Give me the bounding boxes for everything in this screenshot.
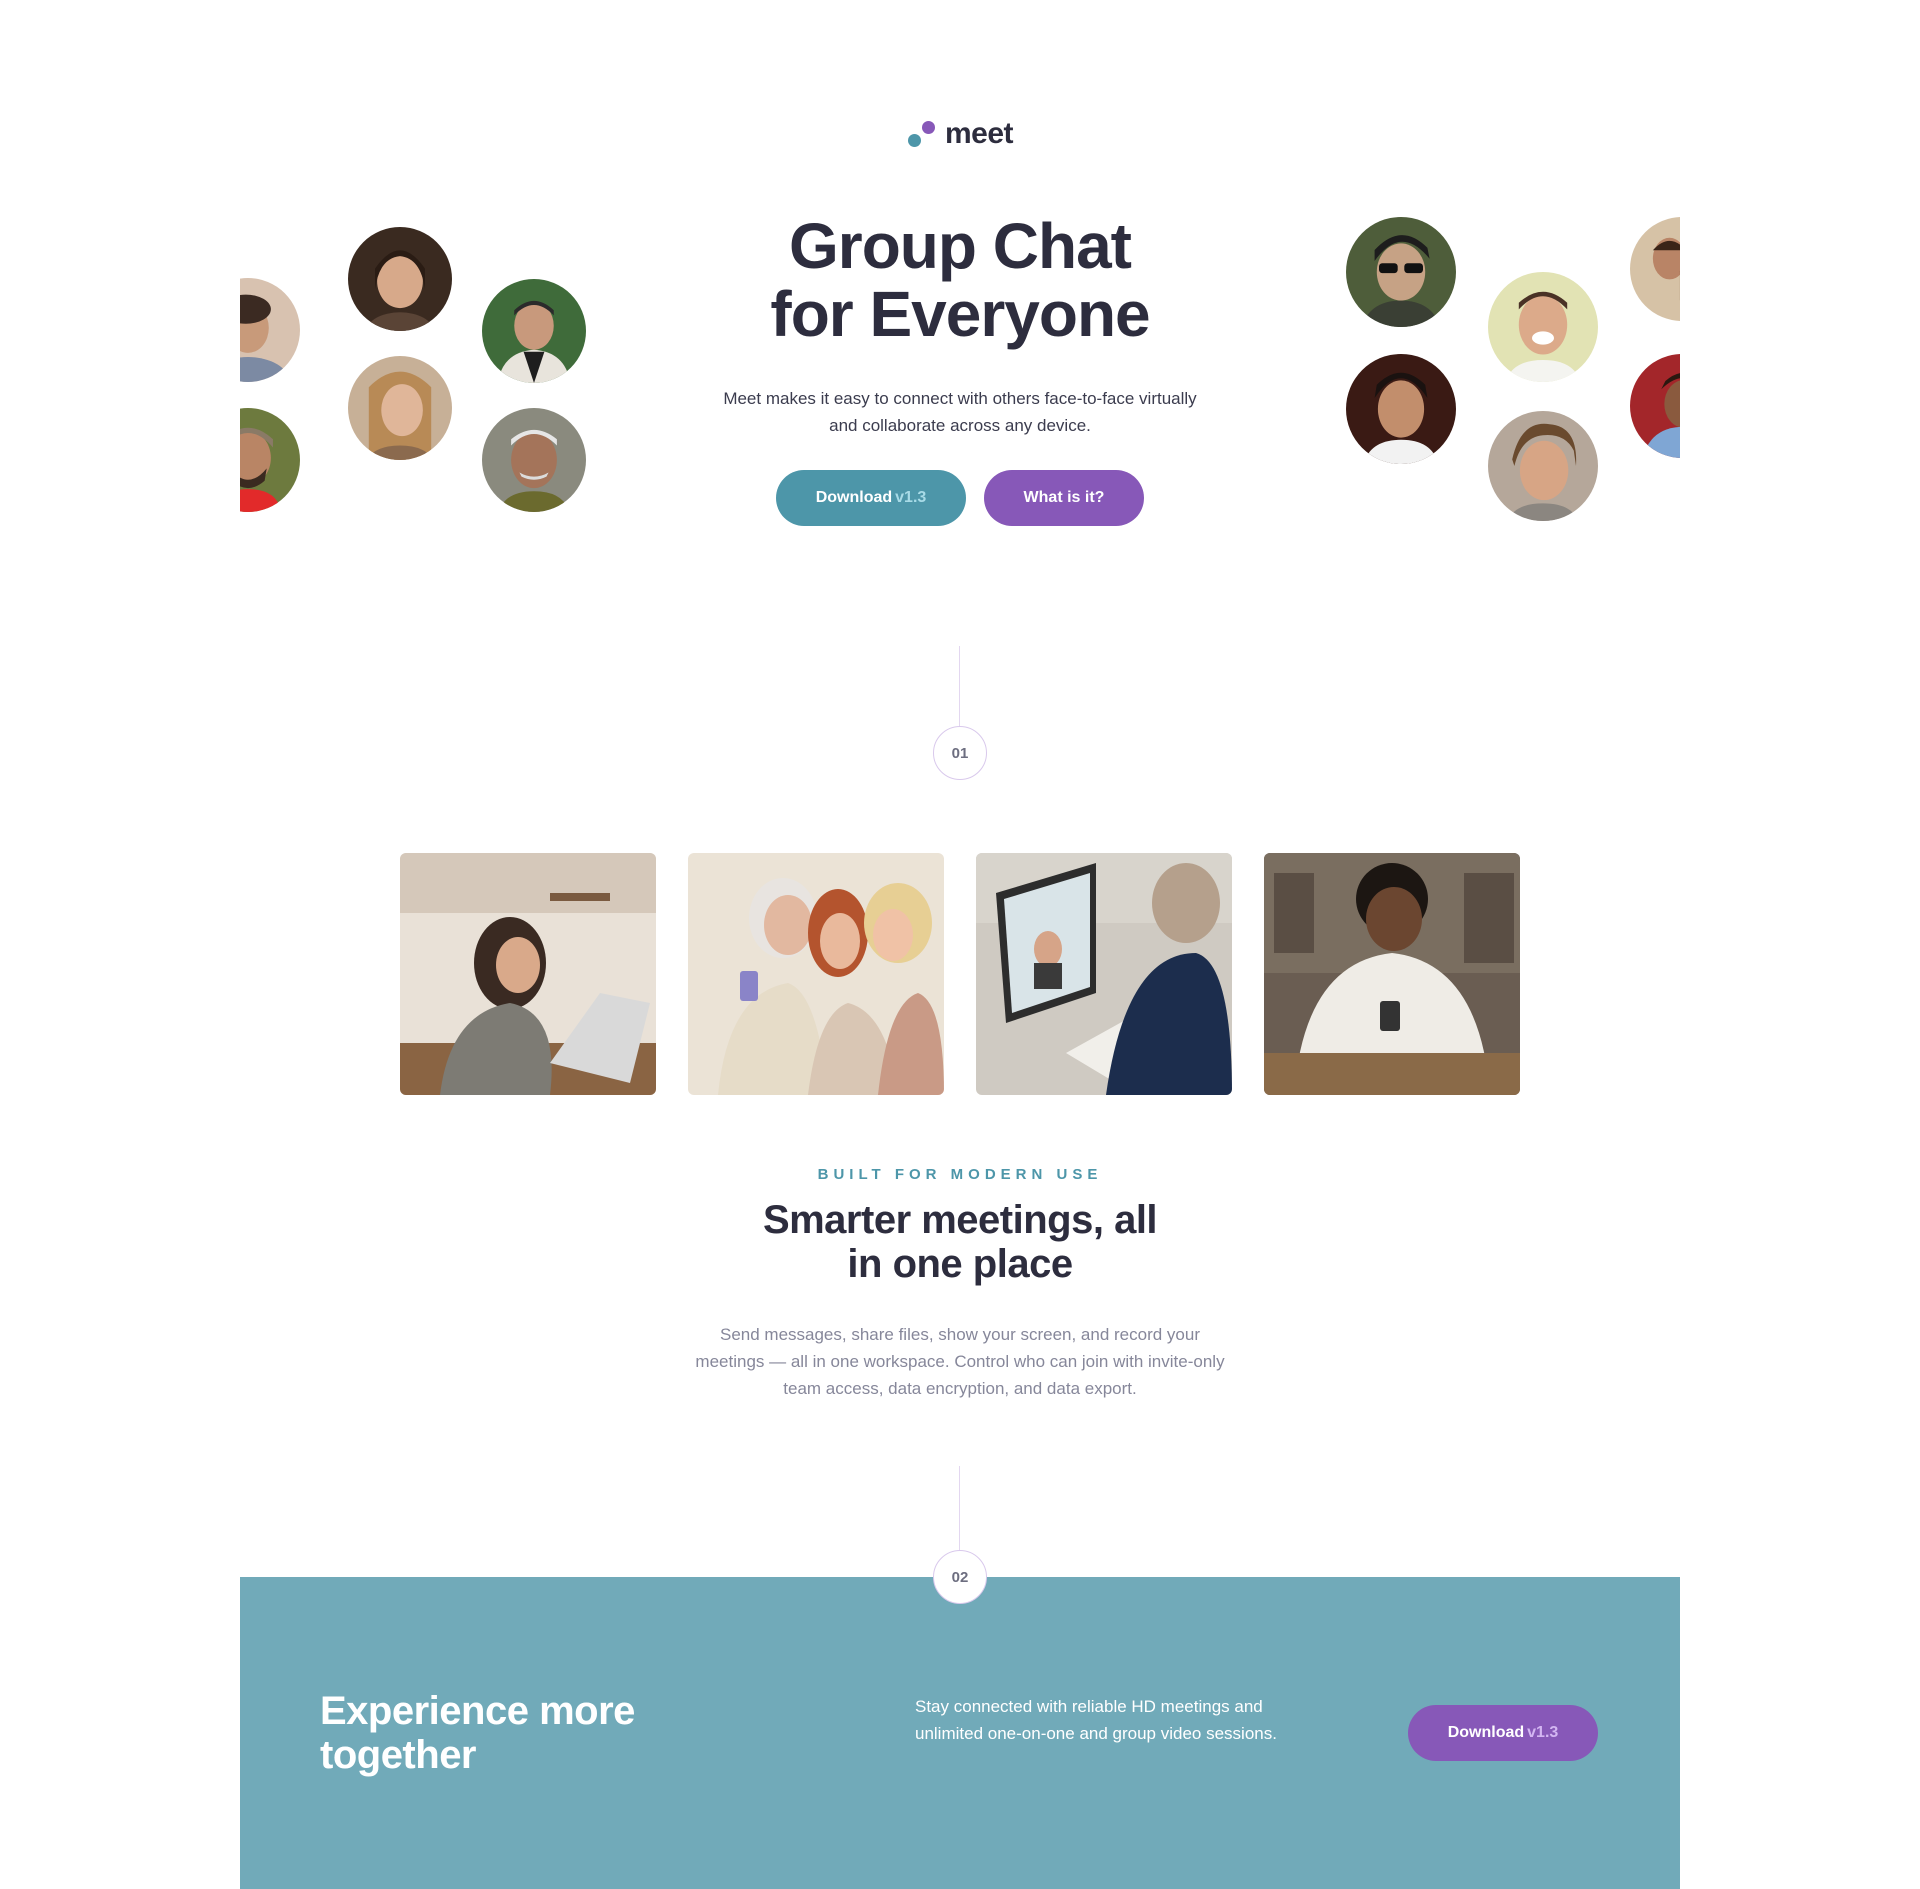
avatar: [1488, 411, 1598, 521]
avatar: [240, 408, 300, 512]
section-title: Smarter meetings, all in one place: [660, 1198, 1260, 1286]
cta-band: Experience more together Stay connected …: [240, 1577, 1680, 1889]
hero-title-line2: for Everyone: [770, 278, 1150, 350]
avatar: [1346, 354, 1456, 464]
what-is-it-label: What is it?: [1023, 489, 1105, 506]
photo-man-video-call: [976, 853, 1232, 1095]
hero-title: Group Chat for Everyone: [660, 212, 1260, 348]
download-version: v1.3: [895, 489, 927, 506]
avatar-cluster-right: [1300, 200, 1680, 540]
cta-description: Stay connected with reliable HD meetings…: [915, 1697, 1277, 1743]
step-number: 02: [951, 1568, 969, 1586]
photo-man-phone: [1264, 853, 1520, 1095]
connector-line: [959, 646, 960, 727]
cta-title-line2: together: [320, 1733, 476, 1777]
avatar: [240, 278, 300, 382]
avatar: [482, 279, 586, 383]
cta-title-line1: Experience more: [320, 1689, 635, 1733]
avatar: [348, 356, 452, 460]
section-eyebrow: BUILT FOR MODERN USE: [817, 1166, 1103, 1183]
photo-woman-laptop: [400, 853, 656, 1095]
avatar: [1630, 217, 1680, 321]
download-button[interactable]: Download v1.3: [776, 470, 966, 526]
avatar: [1630, 354, 1680, 458]
photo-women-phone: [688, 853, 944, 1095]
section-title-line2: in one place: [847, 1242, 1073, 1286]
section-title-line1: Smarter meetings, all: [762, 1198, 1158, 1242]
step-number: 01: [951, 744, 969, 762]
page: meet Group Chat for Everyone Meet makes …: [240, 0, 1680, 1889]
section-description: Send messages, share files, show your sc…: [695, 1325, 1225, 1398]
avatar: [482, 408, 586, 512]
logo-mark-icon: [907, 119, 937, 149]
download-label: Download: [815, 489, 893, 506]
hero-description: Meet makes it easy to connect with other…: [723, 389, 1197, 435]
avatar-cluster-left: [240, 200, 640, 540]
what-is-it-button[interactable]: What is it?: [984, 470, 1144, 526]
avatar: [1488, 272, 1598, 382]
avatar: [348, 227, 452, 331]
cta-title: Experience more together: [320, 1689, 635, 1777]
cta-download-version: v1.3: [1527, 1724, 1559, 1741]
step-marker-02: 02: [933, 1550, 987, 1604]
cta-download-label: Download: [1447, 1724, 1525, 1741]
cta-download-button[interactable]: Download v1.3: [1408, 1705, 1598, 1761]
hero-title-line1: Group Chat: [789, 210, 1132, 282]
logo-text: meet: [944, 117, 1014, 150]
avatar: [1346, 217, 1456, 327]
logo[interactable]: meet: [240, 117, 1680, 150]
step-marker-01: 01: [933, 726, 987, 780]
